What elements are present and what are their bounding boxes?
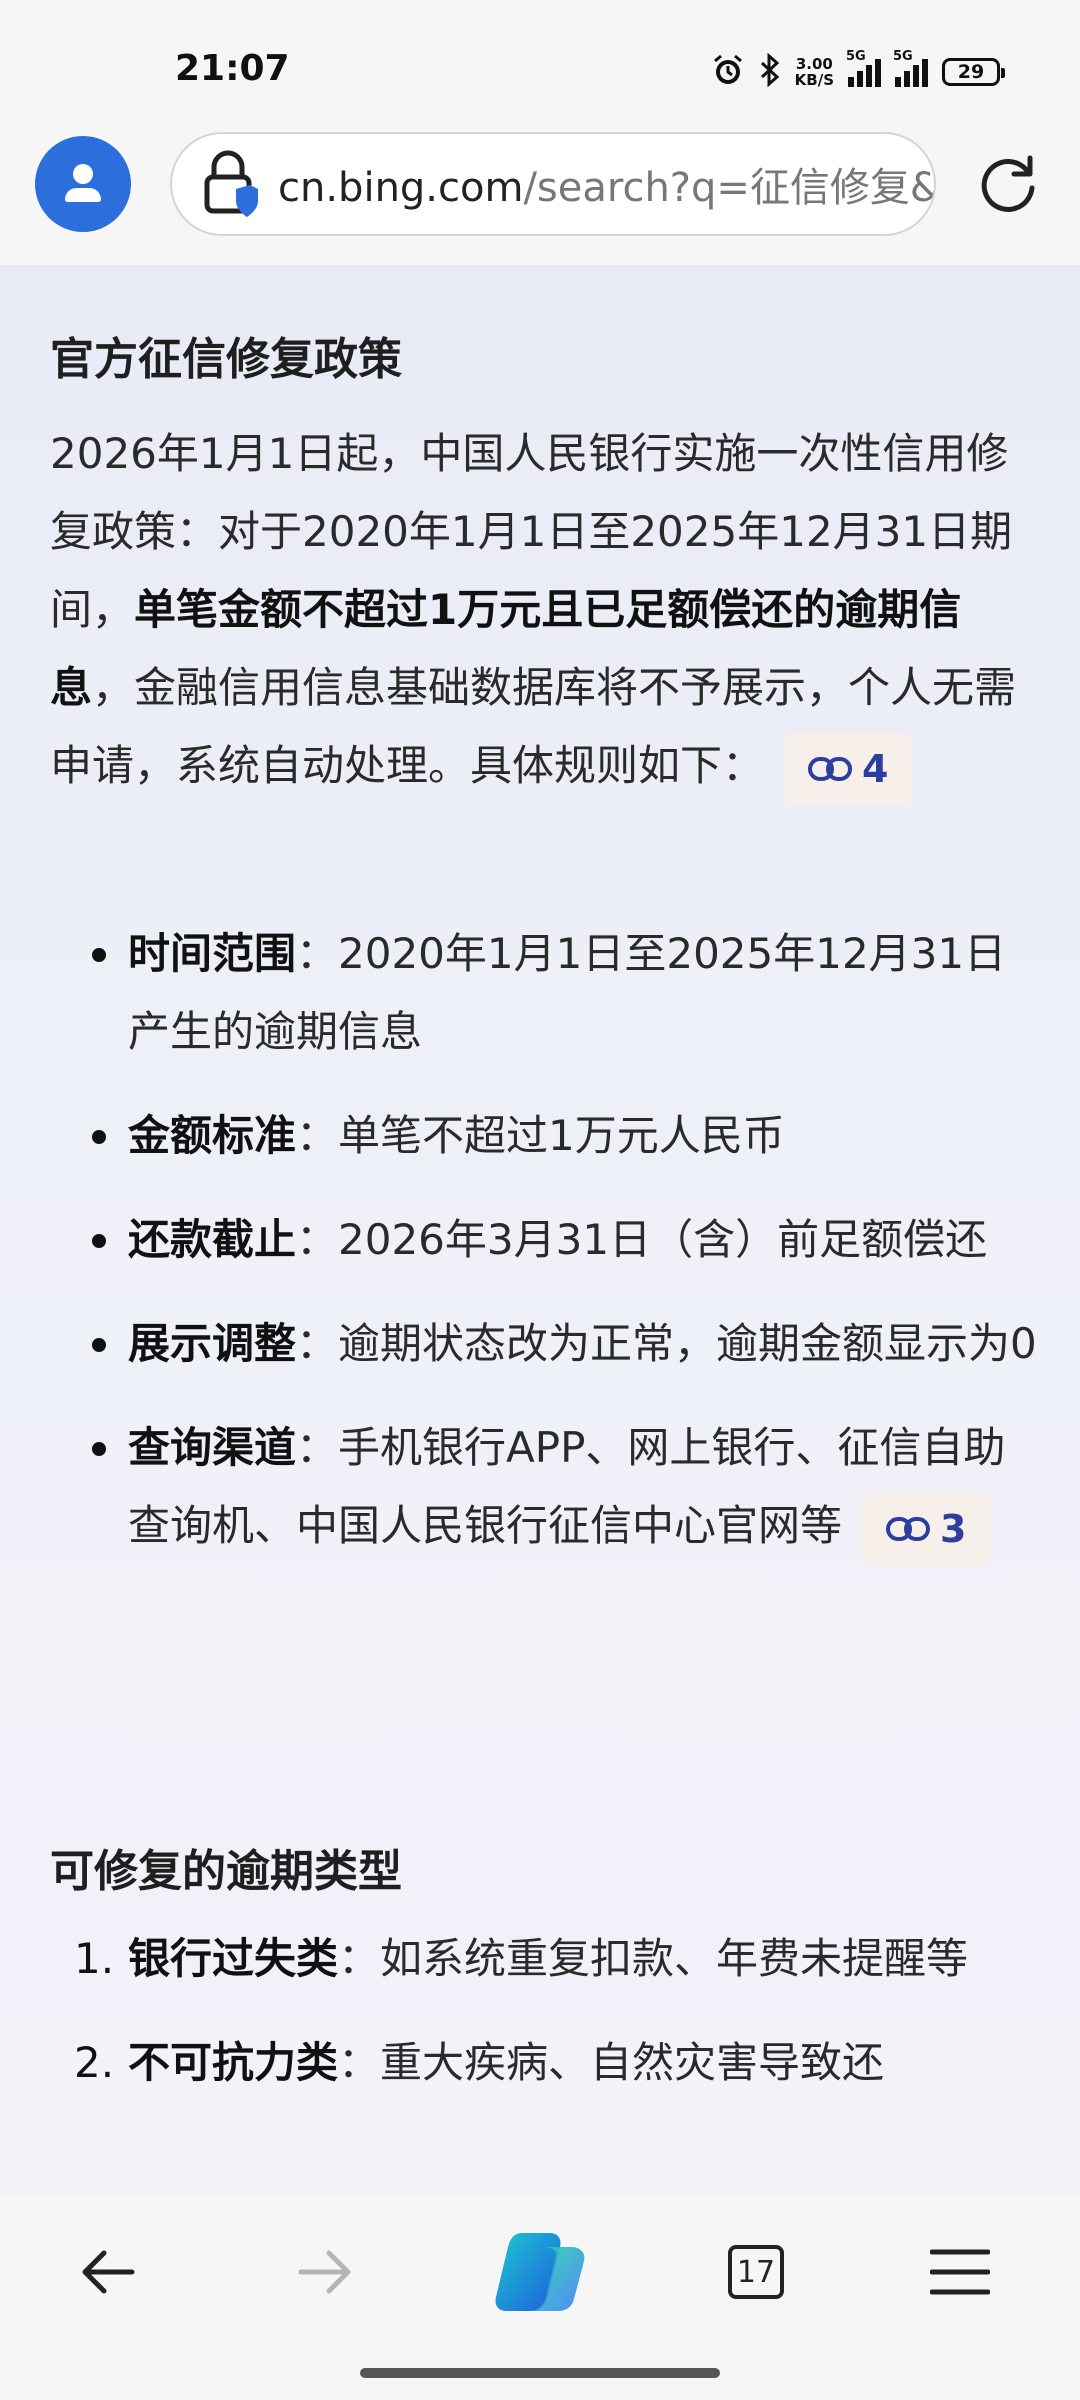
citation-count: 4	[862, 746, 889, 791]
url-text: cn.bing.com/search?q=征信修复&	[278, 155, 936, 213]
item-number: 1.	[74, 1934, 115, 1983]
rules-list: 时间范围：2020年1月1日至2025年12月31日产生的逾期信息 金额标准：单…	[50, 915, 1040, 1566]
list-item: 金额标准：单笔不超过1万元人民币	[50, 1097, 1040, 1175]
list-item: 2. 不可抗力类：重大疾病、自然灾害导致还	[50, 2024, 1040, 2102]
citation-count: 3	[940, 1506, 967, 1551]
rule-text: ：2026年3月31日（含）前足额偿还	[296, 1215, 988, 1264]
type-text: ：如系统重复扣款、年费未提醒等	[338, 1934, 969, 1983]
tabs-button[interactable]: 17	[716, 2232, 796, 2312]
network-speed-value: 3.00	[795, 55, 833, 73]
signal-tag: 5G	[893, 49, 913, 64]
signal-bar	[904, 71, 910, 87]
bluetooth-icon	[759, 52, 781, 92]
address-bar[interactable]: cn.bing.com/search?q=征信修复&	[170, 132, 936, 236]
status-icons: 3.00 KB/S 5G 5G 29	[711, 49, 1005, 94]
signal-bar	[895, 77, 901, 87]
section-title-types: 可修复的逾期类型	[50, 1846, 402, 1897]
network-speed: 3.00 KB/S	[795, 56, 834, 88]
type-label: 不可抗力类	[128, 2038, 339, 2087]
menu-icon	[930, 2249, 990, 2295]
signal-bar	[857, 71, 863, 87]
status-bar: 21:07 3.00 KB/S 5G 5G 29	[0, 0, 1080, 135]
url-path: /search?q=征信修复&	[523, 165, 936, 211]
type-text: ：重大疾病、自然灾害导致还	[338, 2038, 885, 2087]
link-icon	[886, 1516, 931, 1541]
lock-shield-icon	[204, 150, 258, 217]
back-arrow-icon	[82, 2250, 135, 2294]
forward-button[interactable]	[285, 2232, 365, 2312]
signal-bar	[866, 65, 872, 87]
battery-icon: 29	[942, 58, 1005, 86]
signal-bar	[848, 77, 854, 87]
item-number: 2.	[74, 2038, 115, 2087]
signal-icon: 5G	[846, 49, 881, 87]
citation-badge[interactable]: 4	[784, 731, 913, 806]
list-item: 查询渠道：手机银行APP、网上银行、征信自助查询机、中国人民银行征信中心官网等 …	[50, 1409, 1040, 1566]
type-label: 银行过失类	[128, 1934, 339, 1983]
types-list: 1. 银行过失类：如系统重复扣款、年费未提醒等 2. 不可抗力类：重大疾病、自然灾害…	[50, 1920, 1040, 2102]
status-time: 21:07	[175, 48, 290, 89]
rule-label: 还款截止	[128, 1215, 297, 1264]
rule-label: 展示调整	[128, 1319, 297, 1368]
signal-bar	[913, 65, 919, 87]
signal-icon: 5G	[893, 49, 928, 87]
back-button[interactable]	[68, 2232, 148, 2312]
rule-text: ：单笔不超过1万元人民币	[296, 1111, 785, 1160]
rule-label: 查询渠道	[128, 1423, 297, 1472]
alarm-icon	[711, 53, 745, 92]
tab-count: 17	[728, 2245, 784, 2299]
rule-label: 时间范围	[128, 929, 297, 978]
signal-tag: 5G	[846, 49, 866, 64]
list-item: 时间范围：2020年1月1日至2025年12月31日产生的逾期信息	[50, 915, 1040, 1071]
list-item: 展示调整：逾期状态改为正常，逾期金额显示为0	[50, 1305, 1040, 1383]
home-indicator[interactable]	[360, 2368, 720, 2378]
forward-arrow-icon	[298, 2250, 351, 2294]
link-icon	[808, 756, 853, 781]
avatar-shoulders	[65, 188, 101, 202]
copilot-button[interactable]	[490, 2222, 590, 2322]
signal-bar	[875, 59, 881, 87]
list-item: 1. 银行过失类：如系统重复扣款、年费未提醒等	[50, 1920, 1040, 1998]
menu-button[interactable]	[920, 2232, 1000, 2312]
network-speed-unit: KB/S	[794, 71, 834, 89]
avatar-head	[73, 164, 93, 184]
battery-level: 29	[957, 61, 985, 83]
rule-text: ：逾期状态改为正常，逾期金额显示为0	[296, 1319, 1037, 1368]
url-host: cn.bing.com	[278, 165, 524, 211]
list-item: 还款截止：2026年3月31日（含）前足额偿还	[50, 1201, 1040, 1279]
profile-icon[interactable]	[35, 136, 131, 232]
search-result-content: 官方征信修复政策 2026年1月1日起，中国人民银行实施一次性信用修复政策：对于…	[0, 265, 1080, 2195]
rule-label: 金额标准	[128, 1111, 297, 1160]
signal-bar	[922, 59, 928, 87]
reload-icon[interactable]	[978, 152, 1040, 214]
citation-badge[interactable]: 3	[862, 1491, 991, 1566]
section-title-policy: 官方征信修复政策	[50, 334, 402, 385]
intro-paragraph: 2026年1月1日起，中国人民银行实施一次性信用修复政策：对于2020年1月1日…	[50, 415, 1040, 806]
copilot-icon	[495, 2233, 585, 2311]
